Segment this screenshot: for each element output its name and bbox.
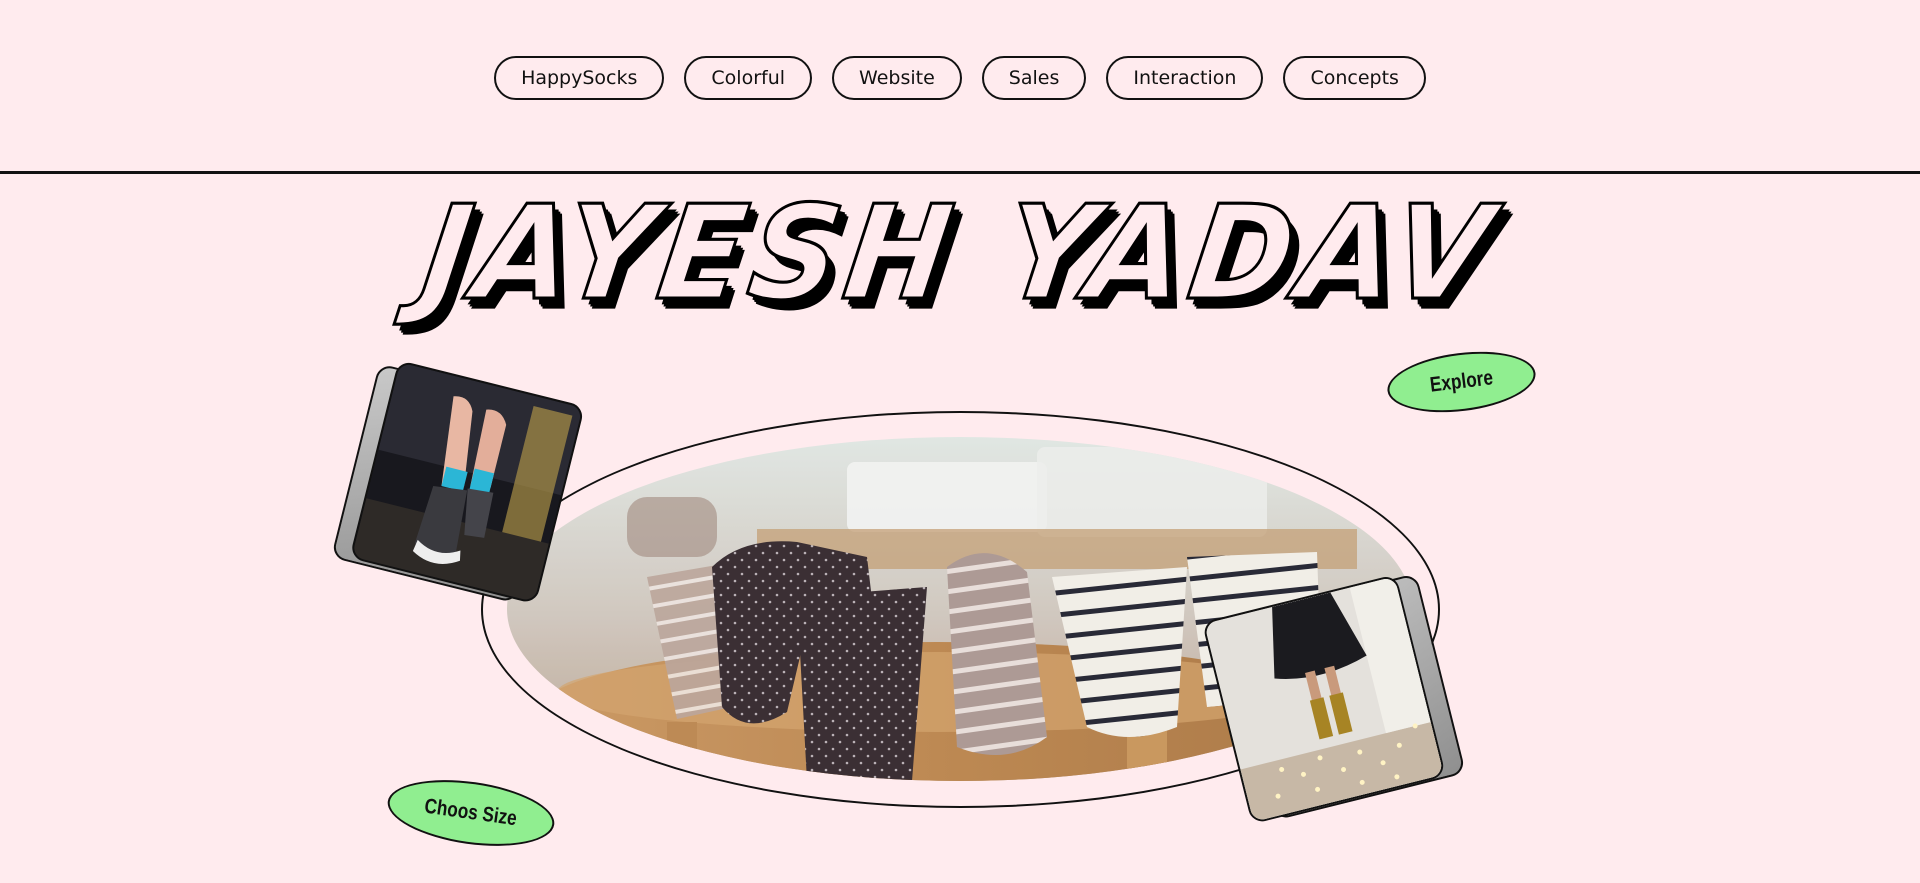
- page: HappySocks Colorful Website Sales Intera…: [0, 0, 1920, 883]
- choose-size-button[interactable]: Choos Size: [383, 770, 559, 856]
- explore-button[interactable]: Explore: [1384, 344, 1539, 420]
- nav-item-concepts[interactable]: Concepts: [1283, 56, 1426, 100]
- nav-item-website[interactable]: Website: [832, 56, 962, 100]
- top-nav: HappySocks Colorful Website Sales Intera…: [0, 56, 1920, 100]
- nav-item-interaction[interactable]: Interaction: [1106, 56, 1264, 100]
- explore-button-label: Explore: [1428, 366, 1495, 397]
- nav-item-sales[interactable]: Sales: [981, 56, 1087, 100]
- header-divider: [0, 171, 1920, 174]
- nav-item-colorful[interactable]: Colorful: [684, 56, 813, 100]
- nav-item-happysocks[interactable]: HappySocks: [494, 56, 665, 100]
- choose-size-button-label: Choos Size: [423, 794, 519, 831]
- hero-title: JAYESH YADAV: [412, 177, 1507, 331]
